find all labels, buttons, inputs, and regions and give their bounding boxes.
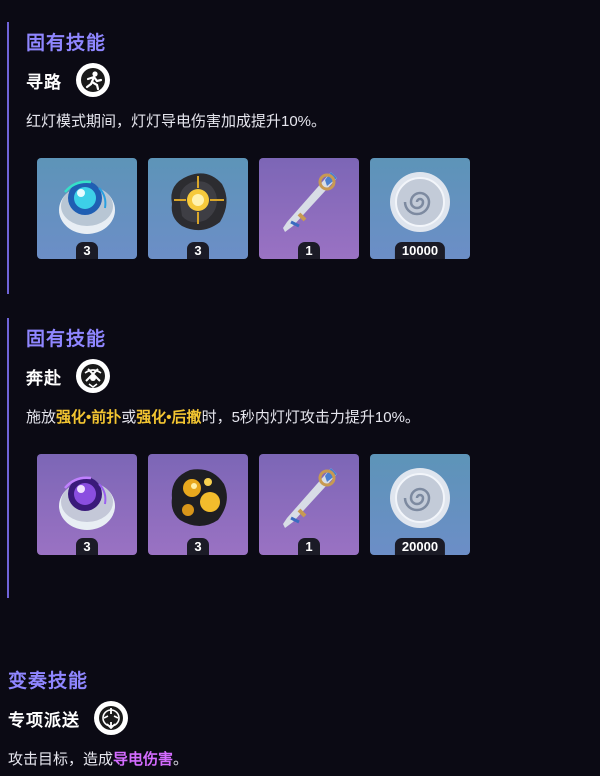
desc-keyword: 强化•后撤 (136, 409, 202, 426)
desc-text: 攻击目标，造成 (8, 751, 114, 768)
material-count: 3 (76, 538, 98, 555)
skill-description: 施放强化•前扑或强化•后撤时，5秒内灯灯攻击力提升10%。 (26, 406, 420, 427)
desc-keyword: 导电伤害 (113, 751, 174, 768)
inherent-skill-section-2: 固有技能 奔赴 施放强化•前扑或强化•后撤时，5秒内灯灯攻击力提升10%。 3 … (7, 318, 593, 598)
desc-text: 施放 (26, 409, 57, 426)
desc-text: 。 (173, 751, 189, 768)
crossed-blades-icon (76, 359, 110, 393)
skill-name: 寻路 (26, 72, 62, 92)
skill-description: 攻击目标，造成导电伤害。 (8, 748, 188, 769)
material-list: 3 3 1 (37, 158, 470, 259)
ornate-spear-icon (283, 172, 337, 232)
skill-description: 红灯模式期间，灯灯导电伤害加成提升10%。 (26, 113, 327, 130)
shell-coin-icon (390, 172, 450, 232)
desc-text: 或 (121, 409, 137, 426)
skill-name: 奔赴 (26, 368, 62, 388)
material-count: 20000 (394, 538, 446, 555)
section-title: 变奏技能 (8, 671, 89, 692)
material-count: 1 (298, 242, 320, 259)
section-title: 固有技能 (26, 33, 107, 54)
skill-header: 专项派送 (8, 700, 128, 736)
material-slot[interactable]: 1 (259, 158, 359, 259)
blue-orb-shell-icon (59, 180, 115, 234)
material-count: 3 (187, 538, 209, 555)
material-slot[interactable]: 20000 (370, 454, 470, 555)
material-slot[interactable]: 10000 (370, 158, 470, 259)
skill-header: 奔赴 (26, 358, 110, 394)
purple-orb-shell-icon (59, 476, 115, 530)
material-count: 1 (298, 538, 320, 555)
desc-text: 时，5秒内灯灯攻击力提升10%。 (201, 409, 420, 426)
material-slot[interactable]: 3 (37, 454, 137, 555)
ring-burst-icon (94, 701, 128, 735)
shell-coin-icon (390, 468, 450, 528)
desc-keyword: 强化•前扑 (56, 409, 122, 426)
material-slot[interactable]: 1 (259, 454, 359, 555)
material-slot[interactable]: 3 (37, 158, 137, 259)
skill-header: 寻路 (26, 62, 110, 98)
gold-core-rock-icon (171, 173, 227, 231)
material-count: 10000 (394, 242, 446, 259)
inherent-skill-section-1: 固有技能 寻路 红灯模式期间，灯灯导电伤害加成提升10%。 3 3 1 1000… (7, 22, 593, 294)
section-title: 固有技能 (26, 329, 107, 350)
ornate-spear-icon (283, 468, 337, 528)
material-slot[interactable]: 3 (148, 158, 248, 259)
material-count: 3 (187, 242, 209, 259)
skill-name: 专项派送 (8, 710, 80, 730)
material-slot[interactable]: 3 (148, 454, 248, 555)
material-count: 3 (76, 242, 98, 259)
material-list: 3 3 1 (37, 454, 470, 555)
gold-spotted-rock-icon (171, 469, 227, 526)
outro-skill-section: 变奏技能 专项派送 攻击目标，造成导电伤害。 (0, 660, 586, 776)
running-figure-icon (76, 63, 110, 97)
